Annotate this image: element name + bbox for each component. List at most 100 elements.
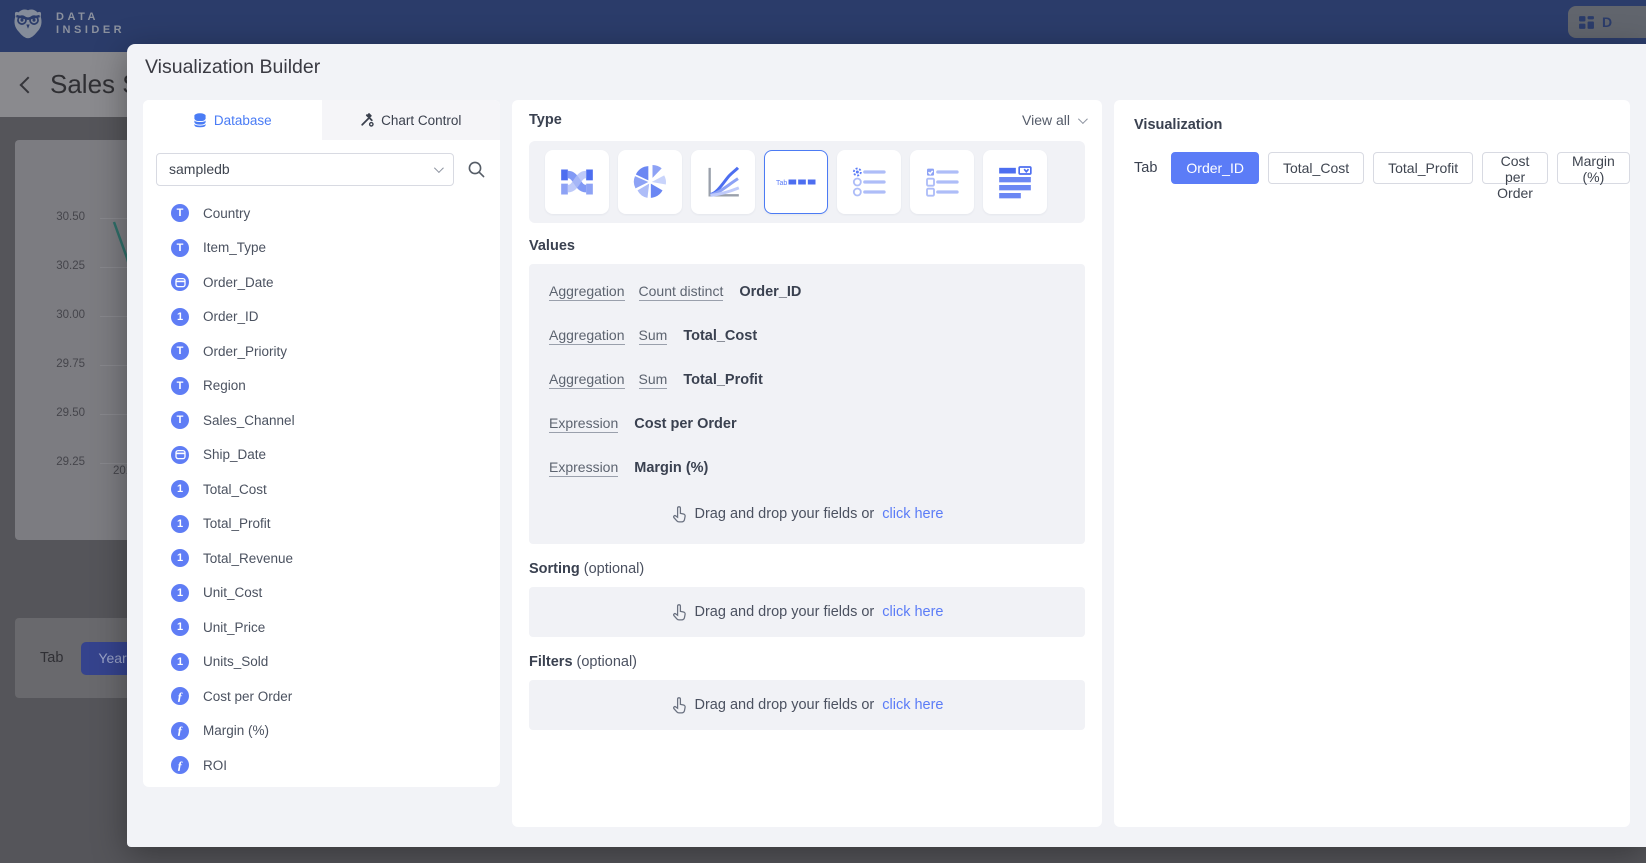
field-item-units-sold[interactable]: 1Units_Sold (171, 645, 500, 680)
drag-hand-icon (671, 696, 687, 714)
viz-tab-total-cost[interactable]: Total_Cost (1268, 152, 1364, 184)
chart-type-line-icon[interactable] (691, 150, 755, 214)
field-item-total-cost[interactable]: 1Total_Cost (171, 472, 500, 507)
field-item-order-priority[interactable]: T Order_Priority (171, 334, 500, 369)
chevron-down-icon (1078, 114, 1088, 124)
formula-field-icon: ƒ (171, 756, 189, 774)
sorting-box: Drag and drop your fields or click here (529, 587, 1085, 637)
field-item-total-revenue[interactable]: 1 Total_Revenue (171, 541, 500, 576)
visualization-title: Visualization (1134, 117, 1222, 133)
number-field-icon: 1 (171, 549, 189, 567)
visualization-builder-modal: Visualization Builder Database (127, 44, 1646, 847)
field-item-roi[interactable]: ƒ ROI (171, 748, 500, 783)
datasource-select[interactable]: sampledb (156, 153, 454, 186)
back-arrow-icon[interactable] (20, 76, 37, 93)
viz-tab-margin-[interactable]: Margin (%) (1557, 152, 1630, 184)
chart-type-pie-icon[interactable] (618, 150, 682, 214)
field-label: Ship_Date (203, 447, 266, 462)
search-icon[interactable] (467, 160, 486, 179)
drop-hint-text: Drag and drop your fields or (695, 697, 875, 713)
tab-database[interactable]: Database (143, 100, 322, 140)
values-section-title: Values (529, 238, 575, 254)
field-label: Order_Priority (203, 344, 287, 359)
text-field-icon: T (171, 239, 189, 257)
text-field-icon: T (171, 377, 189, 395)
app-logo[interactable]: DATA INSIDER (10, 8, 125, 40)
viz-tab-total-profit[interactable]: Total_Profit (1373, 152, 1473, 184)
number-field-icon: 1 (171, 618, 189, 636)
aggregation-fn-dropdown[interactable]: Count distinct (639, 283, 724, 301)
field-item-ship-date[interactable]: Ship_Date (171, 438, 500, 473)
viz-tab-label: Tab (1134, 160, 1157, 176)
field-label: Unit_Cost (203, 585, 262, 600)
value-field-name[interactable]: Order_ID (739, 284, 801, 300)
visualization-panel: Visualization Tab Order_ID Total_Cost Tota… (1114, 100, 1630, 827)
sorting-section-title: Sorting (optional) (529, 561, 644, 577)
formula-field-icon: ƒ (171, 722, 189, 740)
value-field-name[interactable]: Margin (%) (634, 460, 708, 476)
value-row: Expression Cost per Order (549, 402, 1065, 446)
field-item-order-id[interactable]: 1Order_ID (171, 300, 500, 335)
owl-logo-icon (10, 8, 46, 40)
field-label: Order_Date (203, 275, 274, 290)
database-panel: Database Chart Control sampledb (143, 100, 500, 787)
dashboard-button-label: D (1602, 14, 1612, 30)
datasource-select-value: sampledb (169, 161, 230, 177)
filters-click-here-link[interactable]: click here (882, 697, 943, 713)
value-row: Expression Margin (%) (549, 446, 1065, 490)
viz-tab-cost-per-order[interactable]: Cost per Order (1482, 152, 1548, 184)
aggregation-fn-dropdown[interactable]: Sum (639, 327, 668, 345)
value-kind-dropdown[interactable]: Aggregation (549, 371, 625, 389)
field-item-total-profit[interactable]: 1Total_Profit (171, 507, 500, 542)
aggregation-fn-dropdown[interactable]: Sum (639, 371, 668, 389)
field-item-item-type[interactable]: T Item_Type (171, 231, 500, 266)
tools-icon (360, 113, 374, 127)
text-field-icon: T (171, 204, 189, 222)
database-icon (193, 113, 207, 128)
text-field-icon: T (171, 411, 189, 429)
query-builder-panel: Type View all Tab Values AggregationCoun… (512, 100, 1102, 827)
values-drop-zone[interactable]: Drag and drop your fields or click here (549, 490, 1065, 538)
value-kind-dropdown[interactable]: Aggregation (549, 327, 625, 345)
chart-type-radio-list-icon[interactable] (837, 150, 901, 214)
value-kind-dropdown[interactable]: Expression (549, 415, 618, 433)
value-kind-dropdown[interactable]: Expression (549, 459, 618, 477)
number-field-icon: 1 (171, 584, 189, 602)
field-list: TCountryTItem_TypeOrder_Date1Order_IDTOr… (143, 196, 500, 783)
value-field-name[interactable]: Total_Cost (683, 328, 757, 344)
value-field-name[interactable]: Total_Profit (683, 372, 762, 388)
field-label: Margin (%) (203, 723, 269, 738)
field-item-region[interactable]: TRegion (171, 369, 500, 404)
viz-tab-order-id[interactable]: Order_ID (1171, 152, 1259, 184)
tab-chart-control[interactable]: Chart Control (322, 100, 501, 140)
field-item-sales-channel[interactable]: TSales_Channel (171, 403, 500, 438)
sorting-click-here-link[interactable]: click here (882, 604, 943, 620)
field-label: Country (203, 206, 250, 221)
values-click-here-link[interactable]: click here (882, 506, 943, 522)
filters-box: Drag and drop your fields or click here (529, 680, 1085, 730)
chart-type-table-icon[interactable] (983, 150, 1047, 214)
filters-drop-zone[interactable]: Drag and drop your fields or click here (529, 680, 1085, 730)
value-kind-dropdown[interactable]: Aggregation (549, 283, 625, 301)
formula-field-icon: ƒ (171, 687, 189, 705)
chart-type-sankey-icon[interactable] (545, 150, 609, 214)
dashboard-switcher-button[interactable]: D (1568, 6, 1646, 38)
field-item-unit-cost[interactable]: 1 Unit_Cost (171, 576, 500, 611)
field-label: Total_Revenue (203, 551, 293, 566)
sorting-drop-zone[interactable]: Drag and drop your fields or click here (529, 587, 1085, 637)
value-field-name[interactable]: Cost per Order (634, 416, 736, 432)
field-label: Units_Sold (203, 654, 268, 669)
field-item-cost-per-order[interactable]: ƒCost per Order (171, 679, 500, 714)
view-all-button[interactable]: View all (1022, 112, 1085, 128)
field-label: ROI (203, 758, 227, 773)
field-item-unit-price[interactable]: 1Unit_Price (171, 610, 500, 645)
number-field-icon: 1 (171, 480, 189, 498)
field-item-country[interactable]: T Country (171, 196, 500, 231)
chart-type-checkbox-list-icon[interactable] (910, 150, 974, 214)
chart-type-tab-icon[interactable]: Tab (764, 150, 828, 214)
field-label: Order_ID (203, 309, 259, 324)
text-field-icon: T (171, 342, 189, 360)
field-label: Item_Type (203, 240, 266, 255)
field-item-order-date[interactable]: Order_Date (171, 265, 500, 300)
field-item-margin-[interactable]: ƒ Margin (%) (171, 714, 500, 749)
